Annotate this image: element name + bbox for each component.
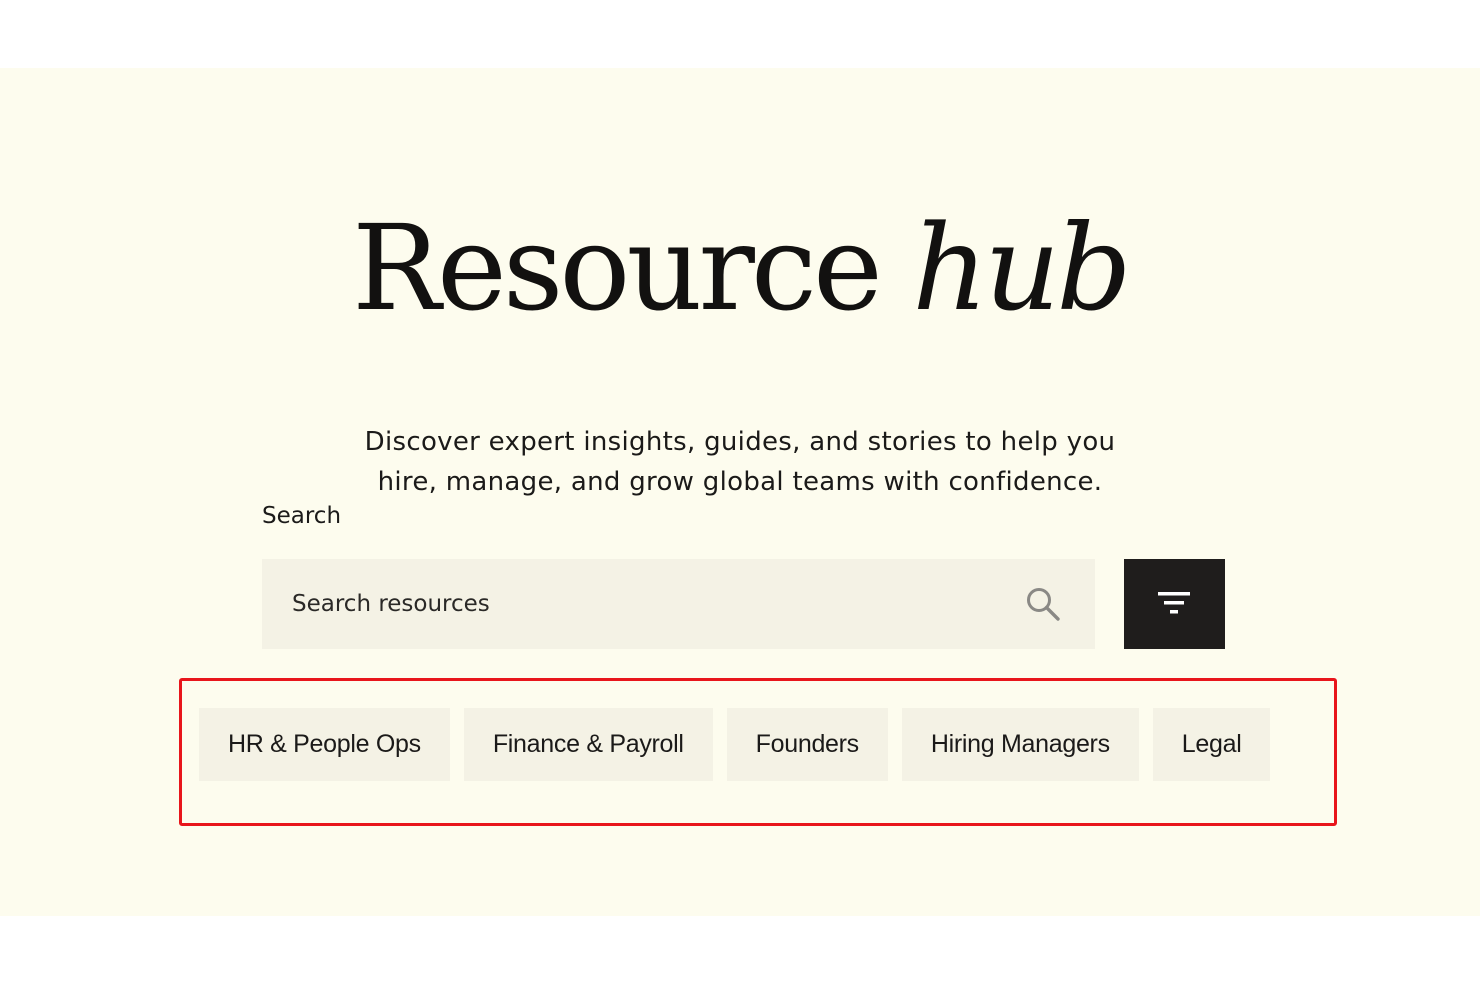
subtitle-line-1: Discover expert insights, guides, and st… (364, 427, 1116, 457)
filter-button[interactable] (1124, 559, 1225, 649)
category-chip-list: HR & People Ops Finance & Payroll Founde… (199, 708, 1271, 781)
search-label: Search (262, 503, 342, 529)
search-icon[interactable] (1025, 586, 1061, 622)
filter-icon (1158, 592, 1190, 614)
category-chip-legal[interactable]: Legal (1152, 708, 1271, 781)
category-chip-finance-payroll[interactable]: Finance & Payroll (463, 708, 713, 781)
search-input[interactable] (262, 559, 1002, 649)
category-chip-hiring-managers[interactable]: Hiring Managers (901, 708, 1139, 781)
category-chip-founders[interactable]: Founders (726, 708, 888, 781)
category-chip-hr-people-ops[interactable]: HR & People Ops (199, 708, 450, 781)
search-box (262, 559, 1095, 649)
page-title-main: Resource (352, 199, 883, 337)
page-title: Resource hub (0, 198, 1480, 338)
page-title-italic: hub (912, 199, 1132, 337)
subtitle-line-2: hire, manage, and grow global teams with… (377, 467, 1103, 497)
page-subtitle: Discover expert insights, guides, and st… (290, 422, 1190, 502)
